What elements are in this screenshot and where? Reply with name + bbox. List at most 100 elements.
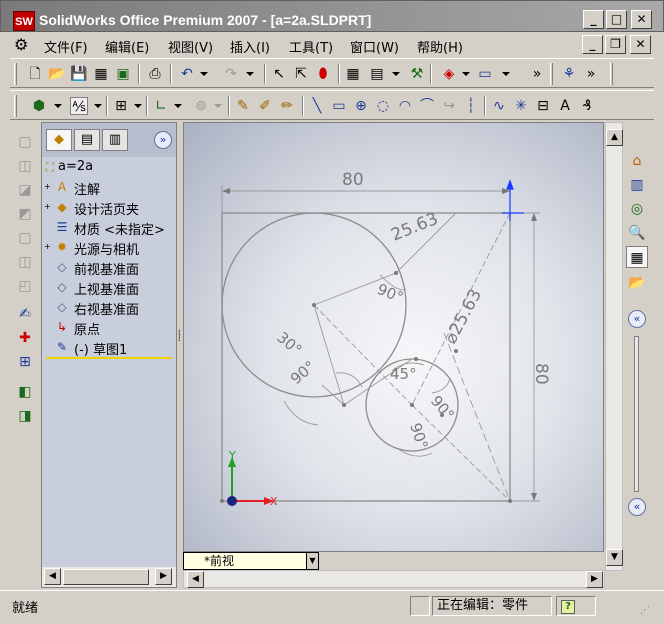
axis-dropdown-icon[interactable] <box>174 104 182 108</box>
point-icon[interactable]: ✳ <box>512 97 530 115</box>
fillet-icon[interactable]: ◰ <box>15 276 35 296</box>
menu-view[interactable]: 视图(V) <box>168 37 213 56</box>
save-icon[interactable]: 💾 <box>70 65 88 83</box>
sketch-pencil-icon[interactable]: ✎ <box>234 97 252 115</box>
minimize-button[interactable]: _ <box>583 10 604 29</box>
line-tool-icon[interactable]: ╲ <box>308 97 326 115</box>
scroll-down-icon[interactable]: ▼ <box>606 549 623 566</box>
sketch-fillet-icon[interactable]: ↪ <box>440 97 458 115</box>
tangent-arc-icon[interactable]: ◠ <box>396 97 414 115</box>
collapse-task-pane-bottom-icon[interactable]: « <box>628 498 646 516</box>
print-icon[interactable]: ⎙ <box>146 65 164 83</box>
property-manager-tab-icon[interactable]: ▤ <box>74 129 100 151</box>
circle-tool-icon[interactable]: ⊕ <box>352 97 370 115</box>
configuration-tab-icon[interactable]: ▥ <box>102 129 128 151</box>
viewport-hscrollbar[interactable]: ◀ ▶ <box>183 570 605 588</box>
sketch-text-icon[interactable]: ₰ <box>578 97 596 115</box>
edit-sketch-icon[interactable]: ✍ <box>15 304 35 324</box>
tree-item[interactable]: ◇ 前视基准面 <box>42 257 176 278</box>
expand-toggle-icon[interactable]: + <box>44 183 51 191</box>
expand-toggle-icon[interactable]: + <box>44 203 51 211</box>
sketch-canvas[interactable]: 80 80 25.63 ⌀25.63 90° 30° 90° 45° 90° 9… <box>184 123 604 552</box>
view-orientation-dropdown-icon[interactable] <box>54 104 62 108</box>
tree-item[interactable]: + ✹ 光源与相机 <box>42 237 176 258</box>
rollback-bar[interactable] <box>46 357 172 359</box>
sweep-icon[interactable]: ◪ <box>15 180 35 200</box>
tree-item[interactable]: + A 注解 <box>42 177 176 198</box>
tree-item[interactable]: ☰ 材质 <未指定> <box>42 217 176 238</box>
three-point-arc-icon[interactable]: ⌒ <box>418 97 436 115</box>
revolve-cut-icon[interactable]: ◫ <box>15 252 35 272</box>
resize-grip-icon[interactable]: ⋰ <box>640 605 650 616</box>
loft-icon[interactable]: ◩ <box>15 204 35 224</box>
revolve-boss-icon[interactable]: ◫ <box>15 156 35 176</box>
tree-hscroll-thumb[interactable] <box>63 569 149 585</box>
select-filter-icon[interactable]: ⇱ <box>292 65 310 83</box>
file-explorer-icon[interactable]: ◎ <box>626 198 648 220</box>
undo-dropdown-icon[interactable] <box>200 72 208 76</box>
3d-sketch-icon[interactable]: ✐ <box>256 97 274 115</box>
extrude-boss-icon[interactable]: ▢ <box>15 132 35 152</box>
tree-item[interactable]: ✎ (-) 草图1 <box>42 337 176 358</box>
new-document-icon[interactable]: 🗋 <box>26 65 44 83</box>
dim-angle-90-d[interactable]: 90° <box>406 421 431 452</box>
viewport-vscrollbar[interactable]: ▲ ▼ <box>605 122 623 571</box>
view-name-dropdown-icon[interactable]: ▼ <box>306 553 318 569</box>
doc-minimize-button[interactable]: _ <box>582 35 603 54</box>
help-tool-icon[interactable]: ⚘ <box>560 65 578 83</box>
add-relation-icon[interactable]: ✚ <box>15 328 35 348</box>
smart-tool-icon[interactable]: ✏ <box>278 97 296 115</box>
properties-dropdown-icon[interactable] <box>392 72 400 76</box>
dim-angle-90-b[interactable]: 90° <box>287 357 319 388</box>
redo-dropdown-icon[interactable] <box>246 72 254 76</box>
redo-icon[interactable]: ↷ <box>222 65 240 83</box>
close-button[interactable]: ✕ <box>631 10 652 29</box>
doc-restore-button[interactable]: ❐ <box>605 35 626 54</box>
scroll-left-icon[interactable]: ◀ <box>44 568 61 585</box>
relations-dropdown-icon[interactable] <box>134 104 142 108</box>
toolbar-overflow-icon[interactable]: » <box>528 65 546 83</box>
rectangle-tool-icon[interactable]: ▭ <box>330 97 348 115</box>
dim-radius-top[interactable]: 25.63 <box>388 209 441 246</box>
axis-icon[interactable]: ∟ <box>152 97 170 115</box>
text-tool-icon[interactable]: A <box>556 97 574 115</box>
display-relations-icon[interactable]: ⊞ <box>15 352 35 372</box>
expand-toggle-icon[interactable] <box>44 263 51 271</box>
toolbar-grip[interactable] <box>14 63 17 85</box>
expand-panel-icon[interactable]: » <box>154 131 172 149</box>
dim-diameter-right[interactable]: ⌀25.63 <box>441 286 486 347</box>
grid-icon[interactable]: ▦ <box>344 65 362 83</box>
scroll-up-icon[interactable]: ▲ <box>606 129 623 146</box>
expand-toggle-icon[interactable]: + <box>44 243 51 251</box>
dim-angle-45[interactable]: 45° <box>390 365 417 383</box>
maximize-button[interactable]: □ <box>606 10 627 29</box>
window-icon[interactable]: ▭ <box>476 65 494 83</box>
mirror-icon[interactable]: ⊟ <box>534 97 552 115</box>
collapse-task-pane-top-icon[interactable]: « <box>628 310 646 328</box>
rebuild-icon[interactable]: ⬮ <box>314 65 332 83</box>
options-icon[interactable]: ▣ <box>114 65 132 83</box>
expand-toggle-icon[interactable] <box>44 343 51 351</box>
home-icon[interactable]: ⌂ <box>626 150 648 172</box>
dim-angle-90-a[interactable]: 90° <box>375 280 406 307</box>
app-menu-icon[interactable]: ⚙ <box>14 35 36 54</box>
appearance-dropdown-icon[interactable] <box>462 72 470 76</box>
panel-splitter[interactable]: ⁞ ⁞ <box>178 329 182 354</box>
dim-width[interactable]: 80 <box>342 170 364 190</box>
task-pane-splitter[interactable] <box>634 336 639 492</box>
dimension-dropdown-icon[interactable] <box>94 104 102 108</box>
expand-toggle-icon[interactable] <box>44 323 51 331</box>
tree-item[interactable]: + ◆ 设计活页夹 <box>42 197 176 218</box>
smart-dimension-icon[interactable]: ⅍ <box>70 97 88 115</box>
menu-edit[interactable]: 编辑(E) <box>105 37 149 56</box>
menu-file[interactable]: 文件(F) <box>44 37 88 56</box>
feature-tree-tab-icon[interactable]: ◆ <box>46 129 72 151</box>
toolbar-overflow-icon[interactable]: » <box>582 65 600 83</box>
tree-item[interactable]: ◇ 右视基准面 <box>42 297 176 318</box>
menu-insert[interactable]: 插入(I) <box>230 37 270 56</box>
reference-geometry-icon[interactable]: ◧ <box>15 382 35 402</box>
relations-icon[interactable]: ⊞ <box>112 97 130 115</box>
spline-icon[interactable]: ∿ <box>490 97 508 115</box>
select-pointer-icon[interactable]: ↖ <box>270 65 288 83</box>
view-orientation-icon[interactable]: ⬢ <box>30 97 48 115</box>
